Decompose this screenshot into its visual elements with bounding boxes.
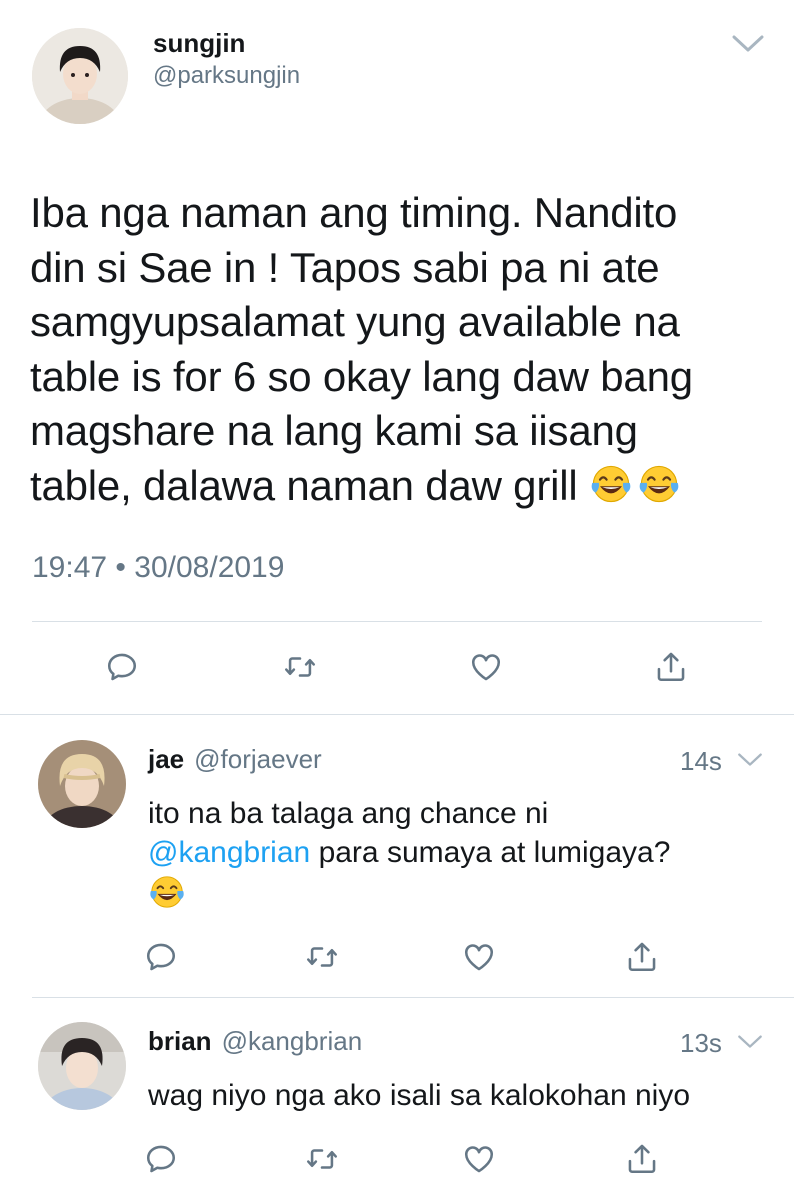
- reply-time: 13s: [680, 1028, 722, 1058]
- tweet-text: Iba nga naman ang timing. Nandito din si…: [30, 186, 770, 513]
- avatar-photo: [38, 740, 126, 828]
- tweet-date: 30/08/2019: [134, 551, 285, 584]
- chevron-down-icon[interactable]: [731, 34, 765, 54]
- avatar-photo: [32, 28, 128, 124]
- retweet-icon[interactable]: [283, 650, 317, 684]
- share-icon[interactable]: [625, 1142, 659, 1176]
- like-icon[interactable]: [462, 1142, 496, 1176]
- reply-icon[interactable]: [105, 650, 139, 684]
- like-icon[interactable]: [462, 940, 496, 974]
- retweet-icon[interactable]: [305, 1142, 339, 1176]
- face-with-tears-of-joy-icon: [589, 462, 633, 506]
- author-name[interactable]: sungjin: [153, 28, 245, 59]
- tweet-time: 19:47: [32, 551, 108, 584]
- tweet-timestamp[interactable]: 19:47 • 30/08/2019: [32, 551, 284, 585]
- author-handle[interactable]: @kangbrian: [222, 1026, 363, 1056]
- reply-icon[interactable]: [144, 940, 178, 974]
- avatar[interactable]: [38, 1022, 126, 1110]
- divider: [0, 714, 794, 715]
- author-name[interactable]: brian: [148, 1026, 212, 1056]
- share-icon[interactable]: [625, 940, 659, 974]
- reply-icon[interactable]: [144, 1142, 178, 1176]
- divider: [32, 621, 762, 622]
- reply-text-before: ito na ba talaga ang chance ni: [148, 797, 549, 830]
- mention-link[interactable]: @kangbrian: [148, 836, 310, 869]
- face-with-tears-of-joy-icon: [637, 462, 681, 506]
- divider: [32, 997, 794, 998]
- share-icon[interactable]: [654, 650, 688, 684]
- face-with-tears-of-joy-icon: [148, 873, 186, 911]
- reply-text: ito na ba talaga ang chance ni @kangbria…: [148, 794, 768, 872]
- reply-header: brian @kangbrian: [148, 1026, 362, 1057]
- author-name[interactable]: jae: [148, 744, 184, 774]
- author-handle[interactable]: @forjaever: [194, 744, 322, 774]
- avatar-photo: [38, 1022, 126, 1110]
- author-handle[interactable]: @parksungjin: [153, 62, 300, 90]
- reply-text: wag niyo nga ako isali sa kalokohan niyo: [148, 1079, 691, 1112]
- like-icon[interactable]: [469, 650, 503, 684]
- retweet-icon[interactable]: [305, 940, 339, 974]
- meta-separator: •: [115, 551, 126, 584]
- avatar[interactable]: [32, 28, 128, 124]
- avatar[interactable]: [38, 740, 126, 828]
- chevron-down-icon[interactable]: [737, 1034, 763, 1050]
- reply-header: jae @forjaever: [148, 744, 322, 775]
- reply-text-after: para sumaya at lumigaya?: [318, 836, 671, 869]
- chevron-down-icon[interactable]: [737, 752, 763, 768]
- reply-time: 14s: [680, 746, 722, 776]
